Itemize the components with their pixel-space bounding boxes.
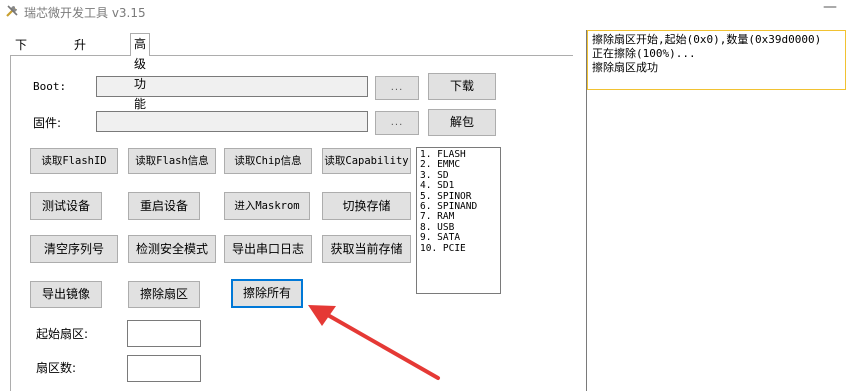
export-serial-log-button[interactable]: 导出串口日志 <box>224 235 312 263</box>
tab-upgrade-firmware[interactable]: 升级固件 <box>71 35 89 112</box>
sector-count-label: 扇区数: <box>36 361 77 375</box>
tab-download-image[interactable]: 下载镜像 <box>12 35 30 112</box>
boot-browse-button[interactable]: ... <box>375 76 419 100</box>
log-line: 擦除扇区成功 <box>592 61 658 74</box>
get-current-storage-button[interactable]: 获取当前存储 <box>322 235 411 263</box>
log-output: 擦除扇区开始,起始(0x0),数量(0x39d0000) 正在擦除(100%).… <box>587 30 846 90</box>
switch-storage-button[interactable]: 切换存储 <box>322 192 411 220</box>
reset-device-button[interactable]: 重启设备 <box>128 192 200 220</box>
firmware-browse-button[interactable]: ... <box>375 111 419 135</box>
download-button[interactable]: 下载 <box>428 73 496 100</box>
log-line: 正在擦除(100%)... <box>592 47 696 60</box>
start-sector-label: 起始扇区: <box>36 327 89 341</box>
enter-maskrom-button[interactable]: 进入Maskrom <box>224 192 310 220</box>
read-flash-info-button[interactable]: 读取Flash信息 <box>128 148 216 174</box>
detect-secure-mode-button[interactable]: 检测安全模式 <box>128 235 216 263</box>
erase-all-button[interactable]: 擦除所有 <box>231 279 303 308</box>
erase-sector-button[interactable]: 擦除扇区 <box>128 281 200 308</box>
app-tools-icon <box>6 5 18 17</box>
storage-item-pcie[interactable]: 10. PCIE <box>420 243 500 254</box>
unpack-button[interactable]: 解包 <box>428 109 496 136</box>
firmware-path-field[interactable] <box>96 111 368 132</box>
title-bar: 瑞芯微开发工具 v3.15 — <box>0 0 849 26</box>
read-capability-button[interactable]: 读取Capability <box>322 148 411 174</box>
export-image-button[interactable]: 导出镜像 <box>30 281 102 308</box>
tab-advanced-functions[interactable]: 高级功能 <box>130 33 151 111</box>
firmware-label: 固件: <box>33 116 62 130</box>
start-sector-input[interactable] <box>127 320 201 347</box>
clear-serial-button[interactable]: 清空序列号 <box>30 235 118 263</box>
sector-count-input[interactable] <box>127 355 201 382</box>
window-title: 瑞芯微开发工具 v3.15 <box>24 6 146 20</box>
log-line: 擦除扇区开始,起始(0x0),数量(0x39d0000) <box>592 33 822 46</box>
read-chip-info-button[interactable]: 读取Chip信息 <box>224 148 312 174</box>
log-panel[interactable]: 擦除扇区开始,起始(0x0),数量(0x39d0000) 正在擦除(100%).… <box>586 30 849 391</box>
test-device-button[interactable]: 测试设备 <box>30 192 102 220</box>
minimize-button[interactable]: — <box>815 0 845 22</box>
boot-label: Boot: <box>33 80 67 93</box>
storage-type-list[interactable]: 1. FLASH 2. EMMC 3. SD 4. SD1 5. SPINOR … <box>416 147 501 294</box>
read-flash-id-button[interactable]: 读取FlashID <box>30 148 118 174</box>
